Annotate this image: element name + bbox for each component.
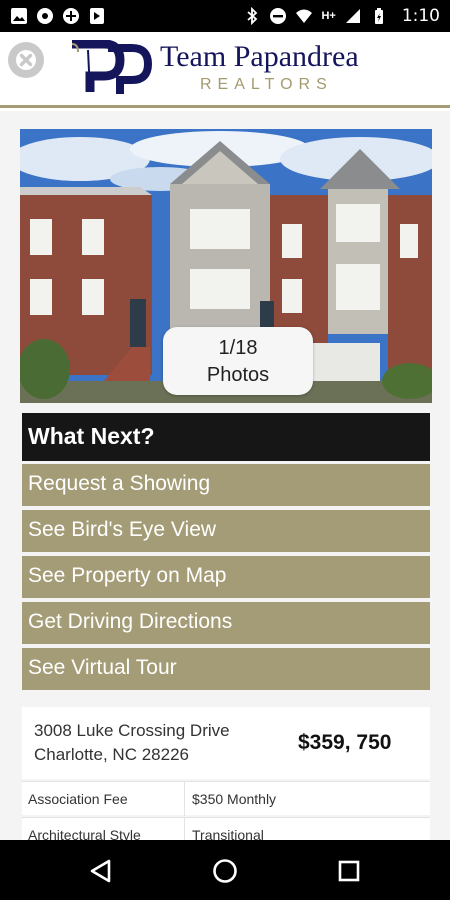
- close-icon: [16, 50, 36, 70]
- signal-icon: [345, 9, 360, 23]
- listing-summary: 3008 Luke Crossing Drive Charlotte, NC 2…: [22, 707, 430, 779]
- property-map-button[interactable]: See Property on Map: [22, 556, 430, 598]
- network-type: H+: [321, 10, 336, 22]
- pp-logo-icon: [71, 40, 152, 94]
- status-bar: H+ 1:10: [0, 0, 450, 32]
- do-not-disturb-icon: [270, 8, 287, 24]
- detail-label: Architectural Style: [28, 827, 141, 840]
- driving-directions-button[interactable]: Get Driving Directions: [22, 602, 430, 644]
- recents-square-icon[interactable]: [336, 858, 362, 884]
- brand-subtitle: REALTORS: [200, 76, 333, 93]
- battery-icon: [374, 8, 383, 24]
- photo-count-label: Photos: [206, 364, 270, 386]
- listing-content: 1/18 Photos What Next? Request a Showing…: [0, 111, 450, 840]
- system-nav-bar: [0, 840, 450, 900]
- flag-icon: [90, 8, 104, 24]
- address-line-2: Charlotte, NC 28226: [34, 745, 189, 764]
- request-showing-button[interactable]: Request a Showing: [22, 464, 430, 506]
- status-bar-notifications: [10, 7, 106, 25]
- app-header: Team Papandrea REALTORS: [0, 32, 450, 108]
- bluetooth-icon: [247, 7, 258, 25]
- status-bar-system: H+ 1:10: [243, 6, 440, 26]
- detail-label: Association Fee: [28, 791, 128, 807]
- divider: [184, 782, 185, 816]
- listing-address: 3008 Luke Crossing Drive Charlotte, NC 2…: [34, 719, 230, 767]
- gallery-icon: [11, 8, 27, 24]
- address-line-1: 3008 Luke Crossing Drive: [34, 721, 230, 740]
- property-photo[interactable]: 1/18 Photos: [20, 129, 432, 403]
- detail-value: Transitional: [192, 827, 264, 840]
- wifi-icon: [296, 9, 313, 23]
- detail-value: $350 Monthly: [192, 791, 277, 807]
- circle-dot-icon: [37, 8, 53, 24]
- detail-row: Architectural Style Transitional: [22, 817, 430, 840]
- birds-eye-view-button[interactable]: See Bird's Eye View: [22, 510, 430, 552]
- listing-price: $359, 750: [298, 731, 392, 754]
- back-triangle-icon[interactable]: [88, 858, 114, 884]
- divider: [184, 818, 185, 840]
- brand-name: Team Papandrea: [160, 40, 359, 73]
- photo-counter[interactable]: 1/18 Photos: [163, 327, 313, 395]
- home-circle-icon[interactable]: [212, 858, 238, 884]
- photo-count: 1/18: [218, 337, 258, 359]
- what-next-heading: What Next?: [22, 413, 430, 461]
- plus-circle-icon: [63, 8, 79, 24]
- close-button[interactable]: [8, 42, 44, 78]
- clock: 1:10: [401, 6, 440, 26]
- detail-row: Association Fee $350 Monthly: [22, 781, 430, 816]
- virtual-tour-button[interactable]: See Virtual Tour: [22, 648, 430, 690]
